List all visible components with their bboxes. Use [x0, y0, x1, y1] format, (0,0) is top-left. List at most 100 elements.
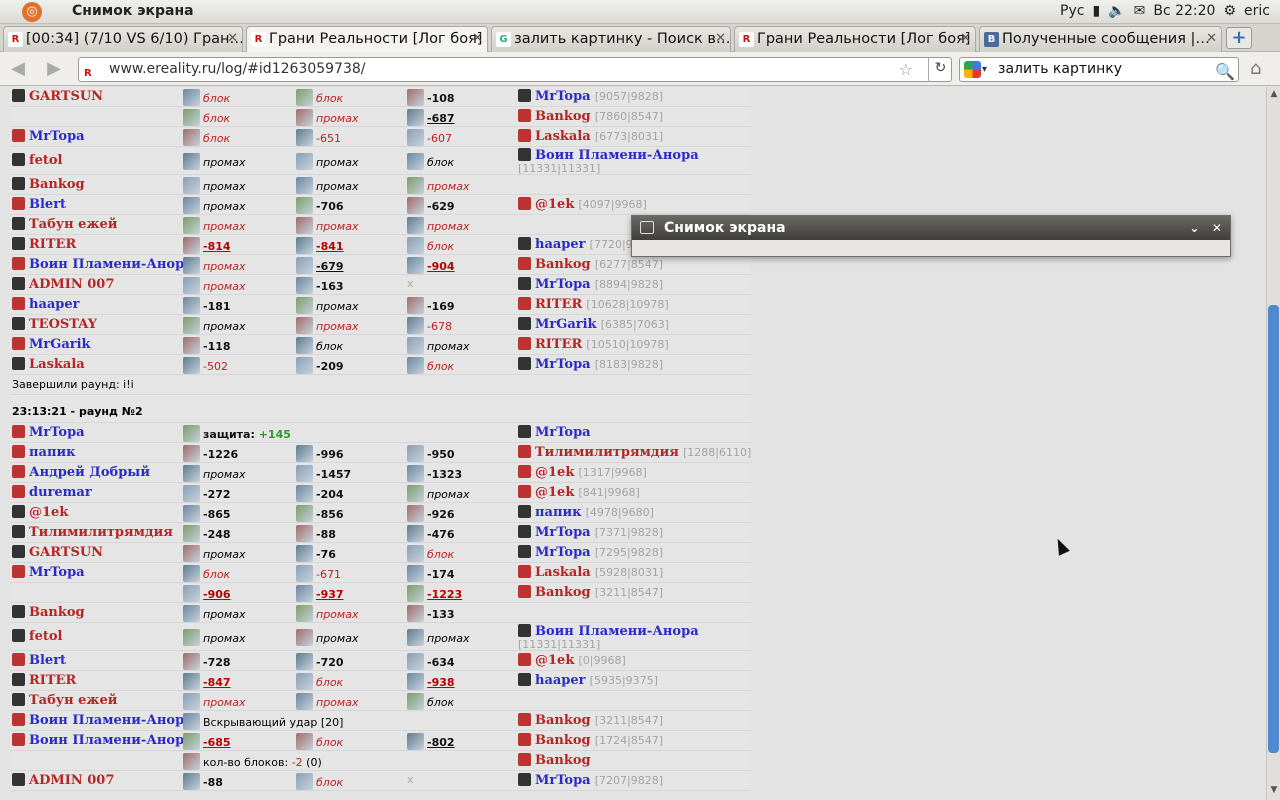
browser-tab[interactable]: R Грани Реальности [Лог боя] ✕	[246, 26, 488, 53]
tab-close-icon[interactable]: ✕	[960, 27, 971, 51]
google-search-engine-icon[interactable]	[964, 61, 981, 78]
target-name[interactable]: Laskala [5928|8031]	[518, 565, 663, 580]
attacker-name[interactable]: Табун ежей	[12, 693, 117, 708]
target-name[interactable]: haaper [7720|9…	[518, 237, 644, 252]
tab-close-icon[interactable]: ✕	[472, 27, 483, 51]
target-name[interactable]: MrTopa [7295|9828]	[518, 545, 663, 560]
new-tab-button[interactable]: +	[1226, 27, 1252, 49]
attack-result: -174	[407, 565, 455, 582]
attacker-name[interactable]: ADMIN 007	[12, 773, 114, 788]
attacker-name[interactable]: fetol	[12, 629, 62, 644]
target-name[interactable]: MrTopa [7371|9828]	[518, 525, 663, 540]
tab-close-icon[interactable]: ✕	[227, 27, 238, 51]
attacker-name[interactable]: Bankog	[12, 605, 85, 620]
vertical-scrollbar[interactable]: ▲ ▼	[1266, 87, 1280, 800]
search-icon[interactable]: 🔍	[1215, 60, 1235, 83]
attacker-name[interactable]: MrGarik	[12, 337, 91, 352]
clock[interactable]: Вс 22:20	[1153, 3, 1215, 19]
target-name[interactable]: Bankog	[518, 753, 591, 768]
home-icon[interactable]: ⌂	[1250, 58, 1261, 79]
attack-value: промах	[203, 320, 246, 333]
attacker-name[interactable]: GARTSUN	[12, 545, 103, 560]
target-name[interactable]: RITER [10510|10978]	[518, 337, 669, 352]
target-name[interactable]: Bankog [7860|8547]	[518, 109, 663, 124]
attack-result: промах	[407, 337, 469, 354]
scroll-up-icon[interactable]: ▲	[1268, 89, 1280, 102]
keyboard-layout-indicator[interactable]: Рус	[1060, 3, 1084, 19]
dialog-titlebar[interactable]: Снимок экрана ⌄ ✕	[632, 216, 1230, 240]
target-name[interactable]: Bankog [1724|8547]	[518, 733, 663, 748]
attacker-name[interactable]: Laskala	[12, 357, 85, 372]
attacker-name[interactable]: GARTSUN	[12, 89, 103, 104]
mail-icon[interactable]: ✉	[1134, 3, 1146, 19]
user-name[interactable]: eric	[1244, 3, 1270, 19]
volume-icon[interactable]: 🔈	[1108, 3, 1125, 19]
target-name[interactable]: Тилимилитрямдия [1288|6110]	[518, 445, 751, 460]
target-name[interactable]: Bankog [6277|8547]	[518, 257, 663, 272]
attacker-name[interactable]: Blert	[12, 197, 66, 212]
target-name[interactable]: @1ek [841|9968]	[518, 485, 640, 500]
attacker-name[interactable]: fetol	[12, 153, 62, 168]
bookmark-star-icon[interactable]: ☆	[899, 58, 913, 81]
url-bar[interactable]: R www.ereality.ru/log/#id1263059738/ ☆ ↻	[78, 57, 952, 82]
browser-tab[interactable]: B Полученные сообщения |… ✕	[979, 26, 1222, 52]
attacker-name[interactable]: Воин Пламени-Анора	[12, 733, 193, 748]
attacker-name[interactable]: MrTopa	[12, 425, 85, 440]
target-name[interactable]: MrTopa [9057|9828]	[518, 89, 663, 104]
attacker-name[interactable]: папик	[12, 445, 75, 460]
attacker-name[interactable]: TEOSTAY	[12, 317, 97, 332]
target-name[interactable]: MrTopa	[518, 425, 591, 440]
attacker-name[interactable]: @1ek	[12, 505, 68, 520]
attacker-name[interactable]: RITER	[12, 237, 76, 252]
clan-icon	[518, 317, 531, 330]
target-name[interactable]: RITER [10628|10978]	[518, 297, 669, 312]
attacker-name[interactable]: duremar	[12, 485, 92, 500]
target-name[interactable]: Bankog [3211|8547]	[518, 713, 663, 728]
attacker-name[interactable]: RITER	[12, 673, 76, 688]
tab-close-icon[interactable]: ✕	[1206, 27, 1217, 51]
target-name[interactable]: папик [4978|9680]	[518, 505, 654, 520]
scroll-down-icon[interactable]: ▼	[1268, 785, 1280, 798]
browser-tab[interactable]: R [00:34] (7/10 VS 6/10) Гран… ✕	[3, 26, 243, 52]
target-name[interactable]: Laskala [6773|8031]	[518, 129, 663, 144]
scrollbar-thumb[interactable]	[1268, 305, 1279, 753]
browser-tab[interactable]: Gзалить картинку - Поиск в… ✕	[491, 26, 731, 52]
attacker-name[interactable]: Воин Пламени-Анора	[12, 713, 193, 728]
forward-button[interactable]: ▶	[42, 58, 66, 80]
attacker-name[interactable]: haaper	[12, 297, 80, 312]
target-name[interactable]: @1ek [0|9968]	[518, 653, 626, 668]
attacker-label: @1ek	[29, 505, 69, 520]
target-name[interactable]: Воин Пламени-Анора [11331|11331]	[518, 148, 748, 175]
dialog-controls[interactable]: ⌄ ✕	[1189, 216, 1222, 240]
target-name[interactable]: MrTopa [8183|9828]	[518, 357, 663, 372]
target-name[interactable]: MrGarik [6385|7063]	[518, 317, 669, 332]
user-icon[interactable]: ⚙	[1223, 3, 1236, 19]
browser-tab[interactable]: R Грани Реальности [Лог боя] ✕	[734, 26, 976, 52]
target-name[interactable]: @1ek [4097|9968]	[518, 197, 647, 212]
attacker-name[interactable]: Воин Пламени-Анора	[12, 257, 193, 272]
clan-icon	[12, 629, 25, 642]
target-name[interactable]: MrTopa [8894|9828]	[518, 277, 663, 292]
network-icon[interactable]: ▮	[1092, 3, 1100, 19]
attacker-name[interactable]: Табун ежей	[12, 217, 117, 232]
attacker-name[interactable]: MrTopa	[12, 129, 85, 144]
attack-value: -651	[316, 132, 341, 145]
attacker-name[interactable]: Тилимилитрямдия	[12, 525, 173, 540]
attacker-name[interactable]: MrTopa	[12, 565, 85, 580]
target-name[interactable]: Bankog [3211|8547]	[518, 585, 663, 600]
target-name[interactable]: MrTopa [7207|9828]	[518, 773, 663, 788]
attacker-name[interactable]: Blert	[12, 653, 66, 668]
target-name[interactable]: haaper [5935|9375]	[518, 673, 658, 688]
ubuntu-logo-icon[interactable]: ◎	[22, 2, 42, 22]
search-bar[interactable]: ▾ залить картинку 🔍	[959, 57, 1239, 82]
chevron-down-icon[interactable]: ▾	[982, 58, 987, 81]
tab-close-icon[interactable]: ✕	[715, 27, 726, 51]
target-name[interactable]: @1ek [1317|9968]	[518, 465, 647, 480]
attacker-name[interactable]: ADMIN 007	[12, 277, 114, 292]
target-name[interactable]: Воин Пламени-Анора [11331|11331]	[518, 624, 748, 651]
attacker-name[interactable]: Андрей Добрый	[12, 465, 150, 480]
attacker-name[interactable]: Bankog	[12, 177, 85, 192]
reload-button[interactable]: ↻	[928, 57, 952, 82]
back-button[interactable]: ◀	[6, 58, 30, 80]
screenshot-dialog[interactable]: Снимок экрана ⌄ ✕	[631, 215, 1231, 257]
